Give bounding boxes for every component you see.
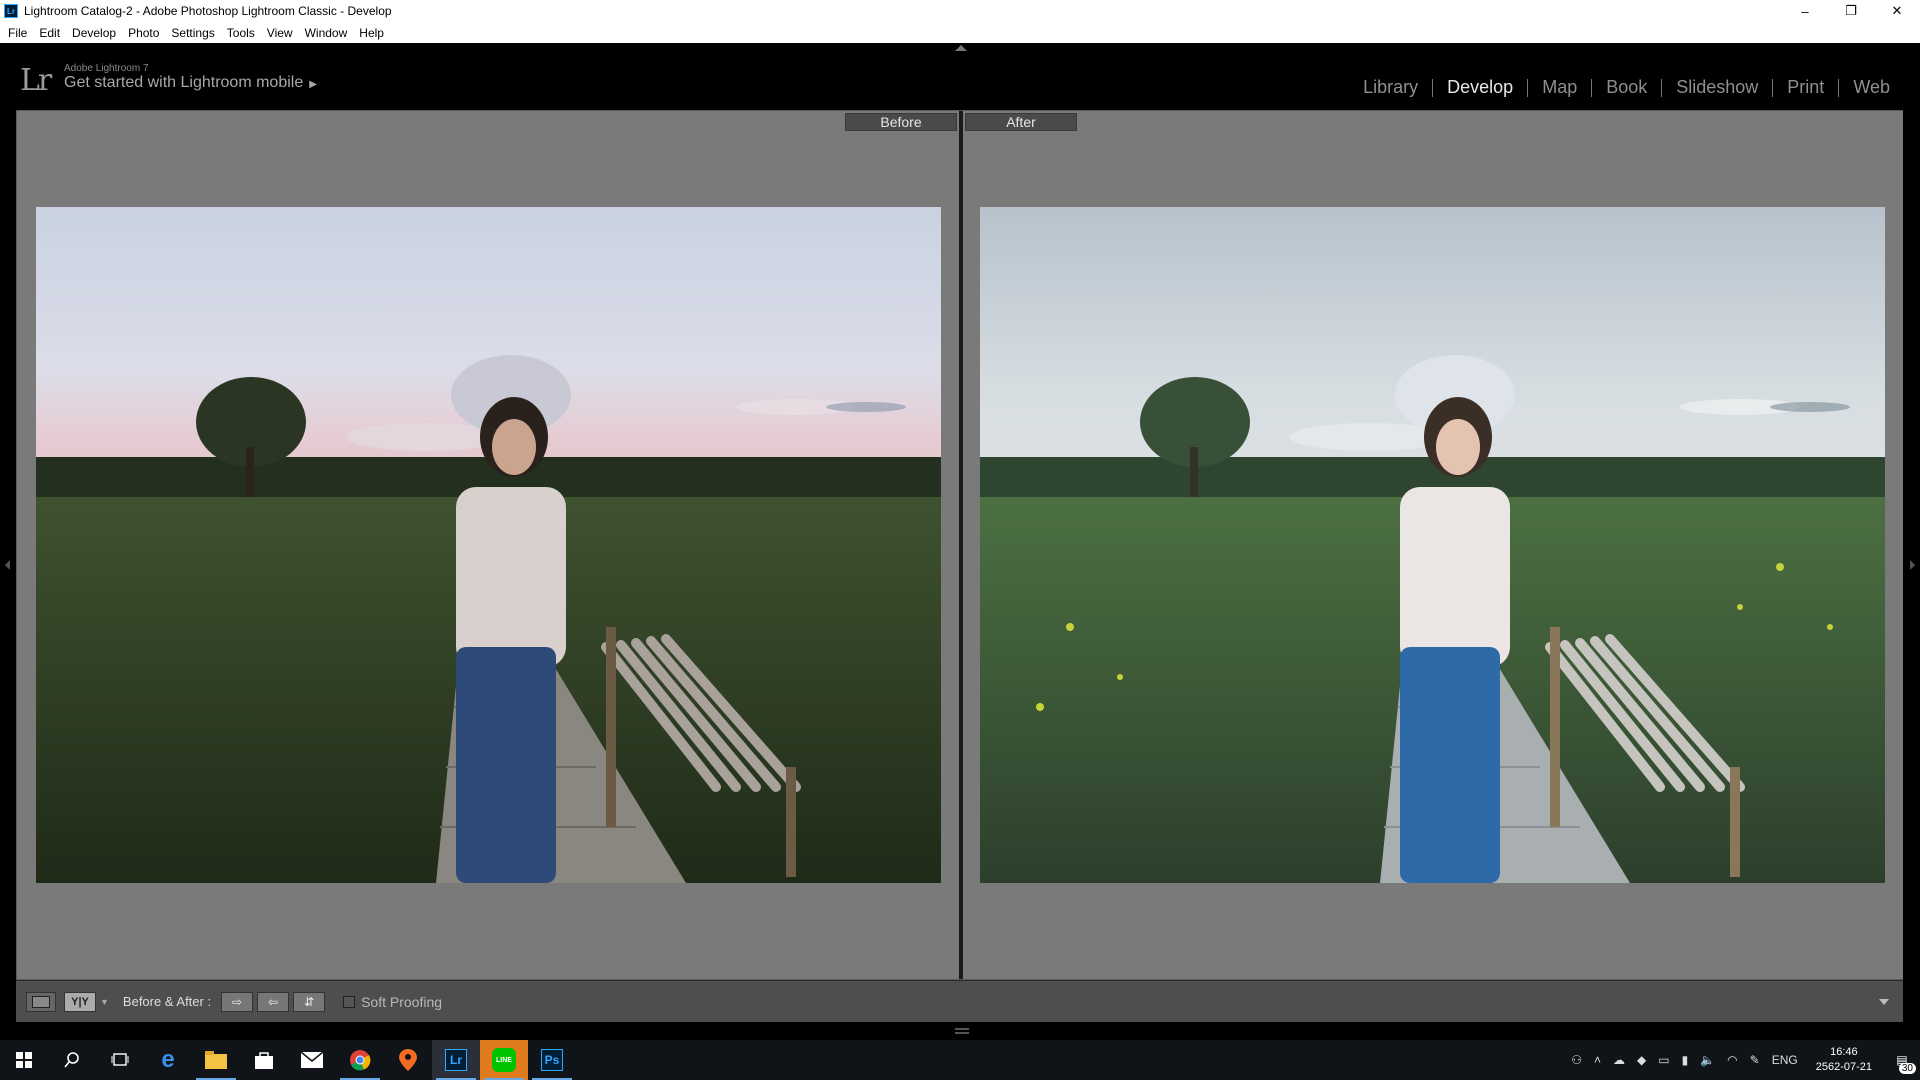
close-button[interactable]: ✕ — [1874, 0, 1920, 22]
photoshop-taskbar-label: Ps — [541, 1049, 563, 1071]
folder-sync-icon[interactable]: ▭ — [1652, 1053, 1675, 1067]
after-label: After — [965, 113, 1077, 131]
copy-after-to-before-button[interactable]: ⇦ — [257, 991, 290, 1012]
windows-logo-icon — [16, 1052, 32, 1068]
before-photo-image — [36, 207, 941, 883]
clock-time: 16:46 — [1830, 1046, 1858, 1058]
left-panel-toggle-icon[interactable] — [5, 560, 10, 570]
menu-bar: File Edit Develop Photo Settings Tools V… — [0, 22, 1920, 43]
identity-plate: Lr Adobe Lightroom 7 Get started with Li… — [0, 43, 1920, 108]
windows-taskbar: e Lr LINE Ps ⚇ ˄ ☁ ◆ ▭ ▮ 🔈 ◠ ✎ ENG 16:46… — [0, 1040, 1920, 1080]
loupe-view-button[interactable] — [26, 991, 56, 1012]
before-photo[interactable] — [36, 207, 941, 883]
lightroom-taskbar-label: Lr — [445, 1049, 467, 1071]
menu-tools[interactable]: Tools — [221, 26, 261, 40]
after-photo-image — [980, 207, 1885, 883]
task-view-glyph-icon — [111, 1053, 129, 1066]
volume-icon[interactable]: 🔈 — [1694, 1053, 1721, 1067]
top-panel-toggle-icon[interactable] — [955, 45, 967, 51]
soft-proofing-checkbox[interactable] — [343, 995, 356, 1008]
cloud-sync-icon[interactable]: ☁ — [1607, 1053, 1631, 1067]
restore-button[interactable]: ❐ — [1828, 0, 1874, 22]
after-photo[interactable] — [980, 207, 1885, 883]
chevron-down-icon[interactable]: ▼ — [100, 997, 109, 1007]
start-icon[interactable] — [0, 1040, 48, 1080]
lightroom-logo: Lr — [20, 63, 52, 98]
swap-settings-button[interactable]: ⇵ — [293, 991, 326, 1012]
menu-window[interactable]: Window — [299, 26, 354, 40]
shopping-bag-icon — [255, 1052, 273, 1069]
envelope-icon — [301, 1052, 323, 1068]
maps-icon[interactable] — [384, 1040, 432, 1080]
menu-file[interactable]: File — [2, 26, 33, 40]
notification-count: 30 — [1898, 1063, 1916, 1074]
chrome-icon[interactable] — [336, 1040, 384, 1080]
toolbar-options-chevron-icon[interactable] — [1879, 999, 1889, 1005]
module-slideshow[interactable]: Slideshow — [1662, 77, 1772, 98]
chrome-logo-icon — [350, 1050, 371, 1071]
before-label: Before — [845, 113, 957, 131]
system-tray: ⚇ ˄ ☁ ◆ ▭ ▮ 🔈 ◠ ✎ ENG 16:46 2562-07-21 ▤… — [1565, 1040, 1920, 1080]
title-bar: Lr Lightroom Catalog-2 - Adobe Photoshop… — [0, 0, 1920, 22]
edge-glyph-icon: e — [161, 1046, 175, 1073]
battery-icon[interactable]: ▮ — [1676, 1053, 1695, 1067]
menu-help[interactable]: Help — [353, 26, 390, 40]
before-pane[interactable]: Before — [17, 111, 959, 979]
before-after-label: Before & After : — [122, 994, 212, 1009]
module-picker: Library Develop Map Book Slideshow Print… — [1349, 77, 1904, 98]
copy-before-to-after-button[interactable]: ⇨ — [221, 991, 254, 1012]
search-icon[interactable] — [48, 1040, 96, 1080]
window-controls: – ❐ ✕ — [1782, 0, 1920, 22]
filmstrip-toggle-icon[interactable] — [955, 1028, 969, 1034]
develop-toolbar: Y|Y ▼ Before & After : ⇨ ⇦ ⇵ Soft Proofi… — [16, 980, 1903, 1022]
magnifier-icon — [64, 1052, 79, 1068]
before-after-workspace: Before After — [16, 110, 1903, 980]
folder-icon — [205, 1051, 227, 1069]
module-print[interactable]: Print — [1773, 77, 1838, 98]
menu-photo[interactable]: Photo — [122, 26, 165, 40]
lightroom-app-icon: Lr — [4, 4, 18, 18]
task-view-icon[interactable] — [96, 1040, 144, 1080]
minimize-button[interactable]: – — [1782, 0, 1828, 22]
pen-icon[interactable]: ✎ — [1744, 1053, 1766, 1067]
product-name: Adobe Lightroom 7 — [64, 63, 149, 74]
module-library[interactable]: Library — [1349, 77, 1432, 98]
menu-develop[interactable]: Develop — [66, 26, 122, 40]
mobile-prompt-text: Get started with Lightroom mobile — [64, 74, 304, 91]
menu-edit[interactable]: Edit — [33, 26, 66, 40]
line-icon[interactable]: LINE — [480, 1040, 528, 1080]
dropbox-icon[interactable]: ◆ — [1631, 1053, 1652, 1067]
after-pane[interactable]: After — [963, 111, 1903, 979]
soft-proofing-label: Soft Proofing — [361, 993, 443, 1010]
menu-view[interactable]: View — [261, 26, 299, 40]
mobile-prompt-link[interactable]: Get started with Lightroom mobile ▶ — [64, 74, 317, 92]
module-map[interactable]: Map — [1528, 77, 1591, 98]
input-language[interactable]: ENG — [1766, 1053, 1804, 1067]
lightroom-icon[interactable]: Lr — [432, 1040, 480, 1080]
clock-date: 2562-07-21 — [1815, 1061, 1872, 1073]
module-develop[interactable]: Develop — [1433, 77, 1527, 98]
module-web[interactable]: Web — [1839, 77, 1904, 98]
menu-settings[interactable]: Settings — [165, 26, 220, 40]
mail-icon[interactable] — [288, 1040, 336, 1080]
clock[interactable]: 16:46 2562-07-21 — [1804, 1045, 1884, 1075]
action-center-icon[interactable]: ▤ 30 — [1884, 1040, 1920, 1080]
edge-icon[interactable]: e — [144, 1040, 192, 1080]
before-after-mode-button[interactable]: Y|Y — [64, 991, 96, 1012]
line-taskbar-label: LINE — [492, 1048, 516, 1072]
people-icon[interactable]: ⚇ — [1565, 1053, 1588, 1067]
window-title: Lightroom Catalog-2 - Adobe Photoshop Li… — [24, 4, 392, 18]
photoshop-icon[interactable]: Ps — [528, 1040, 576, 1080]
loupe-icon — [32, 995, 50, 1008]
right-panel-toggle-icon[interactable] — [1910, 560, 1915, 570]
wifi-icon[interactable]: ◠ — [1721, 1053, 1743, 1067]
file-explorer-icon[interactable] — [192, 1040, 240, 1080]
module-book[interactable]: Book — [1592, 77, 1661, 98]
store-icon[interactable] — [240, 1040, 288, 1080]
show-hidden-icons-chevron-icon[interactable]: ˄ — [1588, 1053, 1607, 1067]
map-pin-icon — [399, 1049, 417, 1071]
play-arrow-icon: ▶ — [309, 79, 317, 90]
